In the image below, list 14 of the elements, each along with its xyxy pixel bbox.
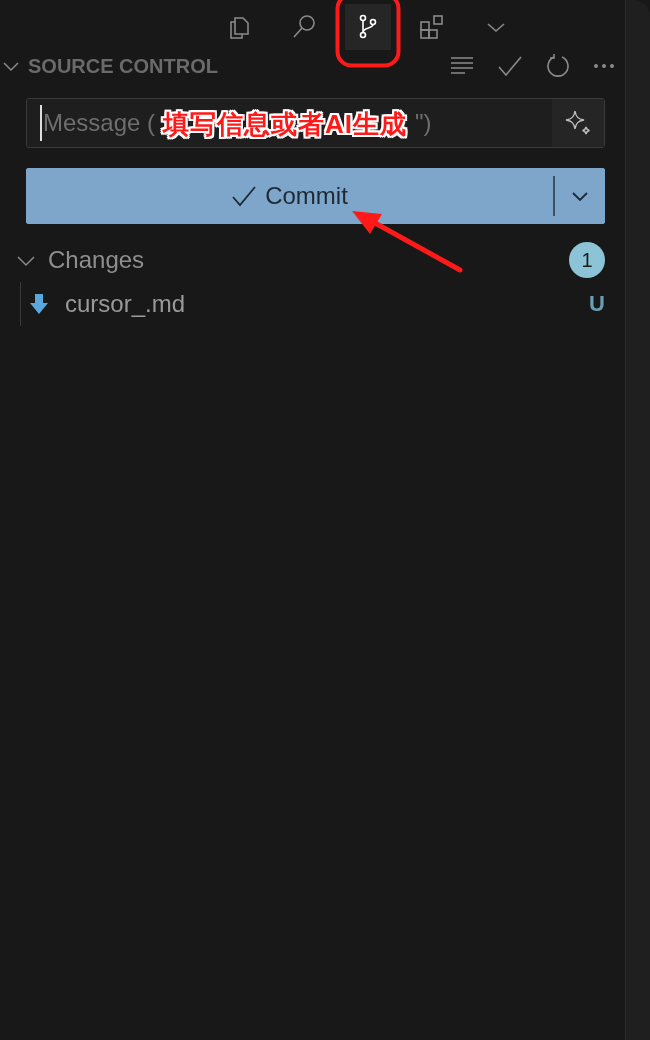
check-icon (231, 184, 258, 208)
file-name: cursor_.md (65, 290, 186, 318)
placeholder-text: ") (415, 109, 432, 137)
refresh-icon[interactable] (545, 53, 571, 79)
annotation-label: 填写信息或者AI生成 (163, 108, 407, 141)
panel-title: SOURCE CONTROL (28, 54, 218, 78)
highlight-ring (334, 0, 401, 68)
changes-label[interactable]: Changes (48, 246, 145, 274)
count-badge: 1 (569, 242, 605, 278)
file-status: U (589, 291, 605, 317)
download-arrow-icon (29, 293, 49, 315)
message-field[interactable]: Message ( ") 填写信息或者AI生成 (26, 98, 605, 148)
placeholder-text: Message ( (43, 109, 156, 137)
file-item[interactable]: cursor_.md U (21, 282, 625, 326)
